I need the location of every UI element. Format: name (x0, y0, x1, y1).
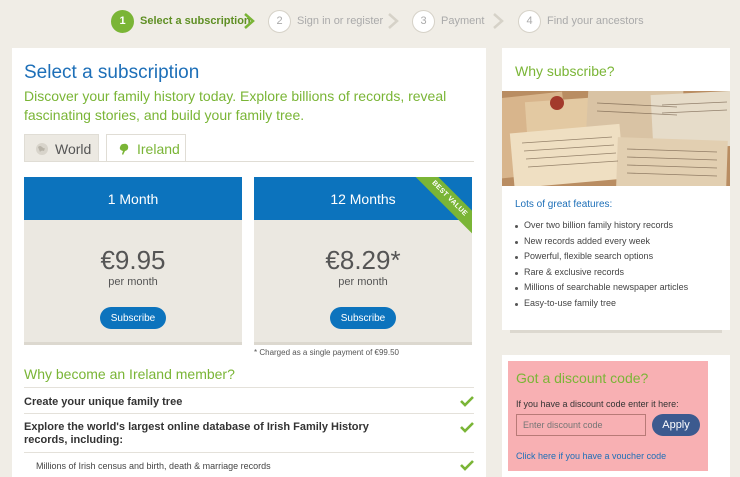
checkout-steps: 1 Select a subscription 2 Sign in or reg… (0, 9, 740, 35)
list-item: Rare & exclusive records (514, 265, 688, 281)
feature-text: Create your unique family tree (24, 396, 183, 408)
ribbon-label: BEST VALUE (412, 177, 472, 237)
plan-card-1-month: 1 Month €9.95 per month Subscribe (24, 177, 242, 342)
feature-text: Millions of Irish census and birth, deat… (36, 461, 271, 471)
step-1: 1 Select a subscription (111, 9, 251, 33)
tab-world[interactable]: World (24, 134, 99, 162)
list-item: New records added every week (514, 234, 688, 250)
list-item: Over two billion family history records (514, 218, 688, 234)
step-label: Sign in or register (297, 15, 384, 27)
list-item: Powerful, flexible search options (514, 249, 688, 265)
feature-row: Explore the world's largest online datab… (24, 413, 474, 452)
apply-button[interactable]: Apply (652, 414, 700, 436)
plan-price: €8.29* (325, 245, 401, 275)
step-number: 4 (518, 9, 541, 33)
step-3: 3 Payment (412, 9, 484, 33)
tab-label: World (55, 140, 92, 157)
subscribe-button[interactable]: Subscribe (330, 307, 396, 329)
subscribe-button[interactable]: Subscribe (100, 307, 166, 329)
chevron-right-icon (493, 13, 504, 29)
why-member-title: Why become an Ireland member? (24, 366, 235, 382)
chevron-right-icon (244, 13, 255, 29)
best-value-ribbon: BEST VALUE (412, 177, 472, 237)
step-label: Select a subscription (140, 15, 251, 27)
feature-row: Millions of Irish census and birth, deat… (24, 452, 474, 477)
plan-card-12-months: 12 Months BEST VALUE €8.29* per month Su… (254, 177, 472, 342)
panel-shadow (510, 330, 722, 333)
tab-ireland[interactable]: Ireland (106, 134, 186, 162)
plan-period: per month (338, 276, 388, 288)
why-subscribe-panel: Why subscribe? Lots of great features: O… (502, 48, 730, 330)
discount-box: Got a discount code? If you have a disco… (508, 361, 708, 471)
historic-records-image (502, 91, 730, 186)
tab-divider (24, 161, 474, 162)
intro-text: Discover your family history today. Expl… (24, 88, 447, 123)
step-number: 1 (111, 9, 134, 33)
features-heading: Lots of great features: (515, 199, 613, 210)
feature-text: Explore the world's largest online datab… (24, 421, 369, 446)
step-4: 4 Find your ancestors (518, 9, 644, 33)
discount-title: Got a discount code? (516, 370, 649, 386)
discount-code-input[interactable] (516, 414, 646, 436)
page-title: Select a subscription (24, 62, 200, 83)
discount-panel: Got a discount code? If you have a disco… (502, 355, 730, 477)
subscription-panel: Select a subscription Discover your fami… (12, 48, 486, 477)
tab-label: Ireland (137, 140, 180, 157)
list-item: Easy-to-use family tree (514, 296, 688, 312)
step-number: 2 (268, 9, 291, 33)
check-icon (460, 422, 474, 433)
chevron-right-icon (388, 13, 399, 29)
check-icon (460, 396, 474, 407)
step-2: 2 Sign in or register (268, 9, 383, 33)
discount-instructions: If you have a discount code enter it her… (516, 399, 679, 409)
step-number: 3 (412, 9, 435, 33)
check-icon (460, 460, 474, 471)
plan-price: €9.95 (100, 245, 166, 275)
why-subscribe-title: Why subscribe? (515, 63, 615, 79)
plan-heading: 1 Month (24, 177, 242, 220)
shamrock-icon (119, 143, 129, 155)
step-label: Find your ancestors (547, 15, 644, 27)
plan-period: per month (108, 276, 158, 288)
card-shadow (254, 342, 472, 345)
step-label: Payment (441, 15, 485, 27)
card-shadow (24, 342, 242, 345)
globe-icon (36, 142, 48, 155)
features-list: Over two billion family history records … (514, 218, 688, 311)
voucher-link[interactable]: Click here if you have a voucher code (516, 451, 666, 461)
list-item: Millions of searchable newspaper article… (514, 280, 688, 296)
charged-note: * Charged as a single payment of €99.50 (254, 348, 399, 357)
feature-row: Create your unique family tree (24, 387, 474, 413)
